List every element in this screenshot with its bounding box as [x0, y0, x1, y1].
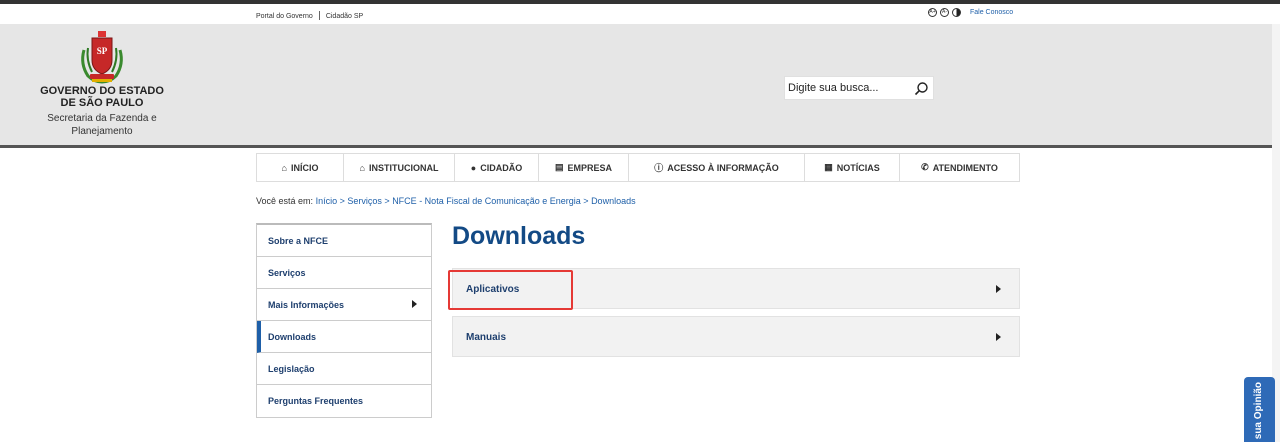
secretaria-line1: Secretaria da Fazenda e	[47, 113, 157, 124]
nav-item-cidadao[interactable]: ● CIDADÃO	[455, 154, 539, 181]
sidebar-item-servicos[interactable]: Serviços	[257, 257, 431, 289]
nav-item-empresa[interactable]: ▤ EMPRESA	[539, 154, 629, 181]
breadcrumb-separator: >	[384, 196, 390, 206]
breadcrumb-inicio[interactable]: Início	[316, 196, 338, 206]
caret-right-icon[interactable]	[412, 300, 417, 308]
secretaria-line2: Planejamento	[71, 126, 133, 137]
nav-label-institucional: INSTITUCIONAL	[368, 162, 439, 173]
nav-item-inicio[interactable]: ⌂ INÍCIO	[257, 154, 344, 181]
utility-links: Portal do Governo Cidadão SP	[256, 11, 363, 20]
newspaper-icon: ▦	[824, 162, 833, 172]
factory-icon: ▤	[554, 162, 564, 172]
search-box	[784, 76, 934, 100]
nav-item-institucional[interactable]: ⌂ INSTITUCIONAL	[344, 154, 455, 181]
nav-label-cidadao: CIDADÃO	[480, 162, 523, 173]
nav-label-acesso: ACESSO À INFORMAÇÃO	[667, 162, 779, 173]
main-nav: ⌂ INÍCIO ⌂ INSTITUCIONAL ● CIDADÃO ▤ EMP…	[256, 153, 1020, 182]
caret-right-icon	[996, 285, 1001, 293]
contrast-icon[interactable]	[952, 8, 961, 17]
breadcrumb-separator: >	[583, 196, 589, 206]
decrease-font-icon[interactable]: A-	[940, 8, 949, 17]
gov-title-line2: DE SÃO PAULO	[60, 97, 144, 109]
sidebar-item-label: Perguntas Frequentes	[268, 396, 364, 406]
breadcrumb-servicos[interactable]: Serviços	[347, 196, 382, 206]
phone-icon: ✆	[921, 162, 929, 172]
breadcrumb-separator: >	[339, 196, 345, 206]
sidebar-item-sobre-nfce[interactable]: Sobre a NFCE	[257, 225, 431, 257]
sp-coat-of-arms-icon[interactable]: SP	[78, 30, 126, 84]
nav-label-inicio: INÍCIO	[290, 162, 319, 173]
info-icon: ⓘ	[654, 163, 664, 173]
sidebar-item-label: Sobre a NFCE	[268, 235, 329, 246]
gov-title: GOVERNO DO ESTADO DE SÃO PAULO	[32, 85, 172, 109]
institution-icon: ⌂	[359, 162, 365, 173]
portal-governo-link[interactable]: Portal do Governo	[256, 13, 313, 20]
breadcrumb-nfce[interactable]: NFCE - Nota Fiscal de Comunicação e Ener…	[392, 196, 581, 206]
feedback-tab[interactable]: Dê sua Opinião	[1244, 377, 1275, 442]
caret-right-icon	[996, 333, 1001, 341]
sidebar-item-downloads[interactable]: Downloads	[257, 321, 431, 353]
sidebar-menu: Sobre a NFCE Serviços Mais Informações D…	[256, 223, 432, 418]
accessibility-tools: A+ A- Fale Conosco	[928, 8, 1013, 17]
sidebar-item-perguntas-frequentes[interactable]: Perguntas Frequentes	[257, 385, 431, 417]
user-icon: ●	[470, 162, 477, 173]
page-title: Downloads	[452, 222, 586, 250]
nav-label-empresa: EMPRESA	[567, 162, 613, 173]
accordion-manuais[interactable]: Manuais	[452, 316, 1020, 357]
svg-text:SP: SP	[97, 46, 108, 56]
nav-label-noticias: NOTÍCIAS	[836, 162, 880, 173]
nav-label-atendimento: ATENDIMENTO	[932, 162, 998, 173]
sidebar-item-mais-informacoes[interactable]: Mais Informações	[257, 289, 431, 321]
search-input[interactable]	[788, 80, 908, 96]
fale-conosco-link[interactable]: Fale Conosco	[970, 9, 1013, 16]
utility-bar: Portal do Governo Cidadão SP A+ A- Fale C…	[0, 4, 1280, 24]
sidebar-item-label: Downloads	[268, 331, 317, 342]
sidebar-item-label: Legislação	[268, 363, 315, 374]
secretaria-name: Secretaria da Fazenda e Planejamento	[32, 112, 172, 138]
site-header: SP GOVERNO DO ESTADO DE SÃO PAULO Secret…	[0, 24, 1280, 148]
highlight-annotation	[448, 270, 573, 310]
home-icon: ⌂	[281, 162, 287, 173]
sidebar-item-label: Serviços	[268, 267, 306, 278]
cidadao-sp-link[interactable]: Cidadão SP	[326, 13, 363, 20]
breadcrumb-prefix: Você está em:	[256, 196, 314, 206]
search-icon[interactable]	[913, 81, 929, 97]
sidebar-item-label: Mais Informações	[268, 299, 345, 310]
increase-font-icon[interactable]: A+	[928, 8, 937, 17]
sidebar-item-legislacao[interactable]: Legislação	[257, 353, 431, 385]
accordion-label: Manuais	[466, 332, 507, 343]
gov-title-line1: GOVERNO DO ESTADO	[40, 85, 164, 97]
nav-item-noticias[interactable]: ▦ NOTÍCIAS	[805, 154, 900, 181]
utility-separator	[318, 11, 320, 20]
feedback-label: Dê sua Opinião	[1253, 382, 1264, 442]
breadcrumb-downloads[interactable]: Downloads	[591, 196, 636, 206]
nav-item-atendimento[interactable]: ✆ ATENDIMENTO	[900, 154, 1019, 181]
breadcrumb: Você está em: Início > Serviços > NFCE -…	[256, 196, 636, 206]
nav-item-acesso-informacao[interactable]: ⓘ ACESSO À INFORMAÇÃO	[629, 154, 805, 181]
